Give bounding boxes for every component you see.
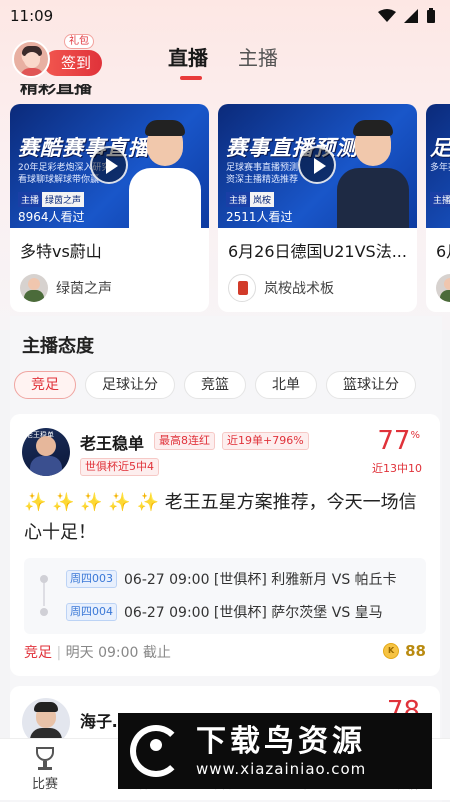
host-tag-label: 主播 — [18, 192, 43, 207]
top-header: 签到 礼包 直播 主播 — [0, 34, 450, 82]
battery-icon — [427, 8, 435, 23]
hit-rate-unit: % — [410, 430, 420, 441]
hit-rate-detail: 近13中10 — [372, 462, 422, 475]
live-card[interactable]: 赛酷赛事直播 20年足彩老炮深入研究 看球聊球解球带你赢 主播 绿茵之声 896… — [10, 104, 209, 312]
post-text[interactable]: ✨ ✨ ✨ ✨ ✨ 老王五星方案推荐，今天一场信心十足！ — [24, 488, 424, 548]
post-price[interactable]: K 88 — [383, 642, 426, 660]
author-name: 绿茵之声 — [56, 281, 112, 297]
live-card-author[interactable]: 绿茵之声 — [20, 274, 209, 302]
author-avatar — [228, 274, 256, 302]
status-bar: 11:09 — [0, 0, 450, 32]
signal-icon — [404, 9, 418, 23]
coin-icon: K — [383, 643, 400, 659]
post-deadline: 明天 09:00 截止 — [65, 645, 171, 661]
trophy-icon — [32, 745, 58, 771]
author-avatar — [20, 274, 48, 302]
watermark-text: 下载鸟资源 www.xiazainiao.com — [196, 724, 366, 778]
host-image — [333, 118, 413, 228]
filter-jinglan[interactable]: 竞篮 — [184, 371, 246, 399]
status-time: 11:09 — [10, 7, 54, 25]
live-cards-carousel[interactable]: 赛酷赛事直播 20年足彩老炮深入研究 看球聊球解球带你赢 主播 绿茵之声 896… — [10, 104, 450, 314]
filter-basketball-handicap[interactable]: 篮球让分 — [326, 371, 416, 399]
live-section-title: 精彩直播 — [20, 84, 92, 98]
match-code: 周四004 — [66, 603, 117, 621]
recent-badge: 近19单+796% — [222, 432, 309, 450]
match-info: 06-27 09:00 [世俱杯] 利雅新月 VS 帕丘卡 — [124, 572, 397, 588]
post-category: 竞足 — [24, 645, 52, 661]
watermark-logo-icon — [126, 721, 186, 781]
streak-badge: 最高8连红 — [154, 432, 215, 450]
host-tag: 主播 — [430, 192, 450, 207]
play-icon[interactable] — [298, 146, 336, 184]
viewer-count: 8964人看过 — [18, 210, 85, 224]
top-tabs: 直播 主播 — [168, 42, 278, 80]
host-tag-label: 主播 — [430, 192, 450, 207]
host-image — [125, 118, 205, 228]
hit-rate-value: 77 — [377, 426, 411, 456]
tab-label: 比赛 — [31, 777, 58, 792]
match-code: 周四003 — [66, 570, 117, 588]
post-author-name[interactable]: 老王稳单 — [80, 430, 144, 454]
match-row[interactable]: 周四004 06-27 09:00 [世俱杯] 萨尔茨堡 VS 皇马 — [24, 599, 426, 625]
host-tag-name: 绿茵之声 — [42, 192, 85, 207]
match-row[interactable]: 周四003 06-27 09:00 [世俱杯] 利雅新月 VS 帕丘卡 — [24, 566, 426, 592]
live-card-title[interactable]: 6月 — [436, 238, 450, 262]
cup-badge: 世俱杯近5中4 — [80, 458, 159, 476]
host-tag: 主播 绿茵之声 — [18, 192, 85, 207]
viewer-count: 2511人看过 — [226, 210, 293, 224]
author-avatar — [436, 274, 450, 302]
match-info: 06-27 09:00 [世俱杯] 萨尔茨堡 VS 皇马 — [124, 605, 383, 621]
filter-chips: 竞足 足球让分 竞篮 北单 篮球让分 — [14, 371, 416, 399]
watermark-title: 下载鸟资源 — [196, 724, 366, 759]
tab-anchor[interactable]: 主播 — [238, 42, 278, 71]
price-value: 88 — [405, 642, 426, 660]
sparkle-icons: ✨ ✨ ✨ ✨ ✨ — [24, 492, 159, 513]
tab-matches[interactable]: 比赛 — [0, 739, 90, 800]
host-tag: 主播 岚桉 — [226, 192, 275, 207]
live-card[interactable]: 足球 多年赛 带长推 主播 6月 — [426, 104, 450, 312]
post-author-avatar[interactable]: 老王稳单 — [22, 428, 70, 476]
thumbnail-subtitle: 多年赛 带长推 — [430, 163, 450, 173]
wifi-icon — [378, 9, 396, 22]
tab-live[interactable]: 直播 — [168, 42, 208, 80]
post-footer: 竞足 | 明天 09:00 截止 K 88 — [24, 642, 426, 661]
match-list: 周四003 06-27 09:00 [世俱杯] 利雅新月 VS 帕丘卡 周四00… — [24, 558, 426, 634]
play-icon[interactable] — [90, 146, 128, 184]
live-thumbnail[interactable]: 赛事直播预测 足球赛事直播预测 资深主播精选推荐 主播 岚桉 2511人看过 — [218, 104, 417, 228]
live-thumbnail[interactable]: 足球 多年赛 带长推 主播 — [426, 104, 450, 228]
live-card-author[interactable] — [436, 274, 450, 302]
live-card-title[interactable]: 多特vs蔚山 — [20, 238, 202, 262]
status-icons — [378, 8, 436, 24]
live-card[interactable]: 赛事直播预测 足球赛事直播预测 资深主播精选推荐 主播 岚桉 2511人看过 6… — [218, 104, 417, 312]
gift-badge: 礼包 — [64, 34, 94, 49]
timeline-dot — [40, 575, 48, 583]
thumbnail-subtitle: 足球赛事直播预测 资深主播精选推荐 — [226, 163, 299, 185]
checkin-button[interactable]: 签到 — [44, 50, 102, 76]
user-avatar[interactable] — [12, 40, 50, 78]
host-tag-label: 主播 — [226, 192, 251, 207]
live-card-title[interactable]: 6月26日德国U21VS法... — [228, 238, 410, 262]
filter-football-handicap[interactable]: 足球让分 — [85, 371, 175, 399]
watermark-overlay: 下载鸟资源 www.xiazainiao.com — [118, 713, 432, 789]
live-thumbnail[interactable]: 赛酷赛事直播 20年足彩老炮深入研究 看球聊球解球带你赢 主播 绿茵之声 896… — [10, 104, 209, 228]
filter-jingzu[interactable]: 竞足 — [14, 371, 76, 399]
filter-beidan[interactable]: 北单 — [255, 371, 317, 399]
host-tag-name: 岚桉 — [250, 192, 275, 207]
watermark-url: www.xiazainiao.com — [196, 760, 367, 778]
live-card-author[interactable]: 岚桉战术板 — [228, 274, 417, 302]
attitude-section-title: 主播态度 — [22, 336, 94, 357]
thumbnail-title: 足球 — [430, 136, 450, 160]
author-name: 岚桉战术板 — [264, 281, 334, 297]
timeline-dot — [40, 608, 48, 616]
tip-post[interactable]: 老王稳单 老王稳单 最高8连红 近19单+796% 世俱杯近5中4 77% 近1… — [10, 414, 440, 676]
hit-rate: 77% — [377, 426, 420, 456]
checkin-widget[interactable]: 签到 礼包 — [12, 34, 102, 78]
